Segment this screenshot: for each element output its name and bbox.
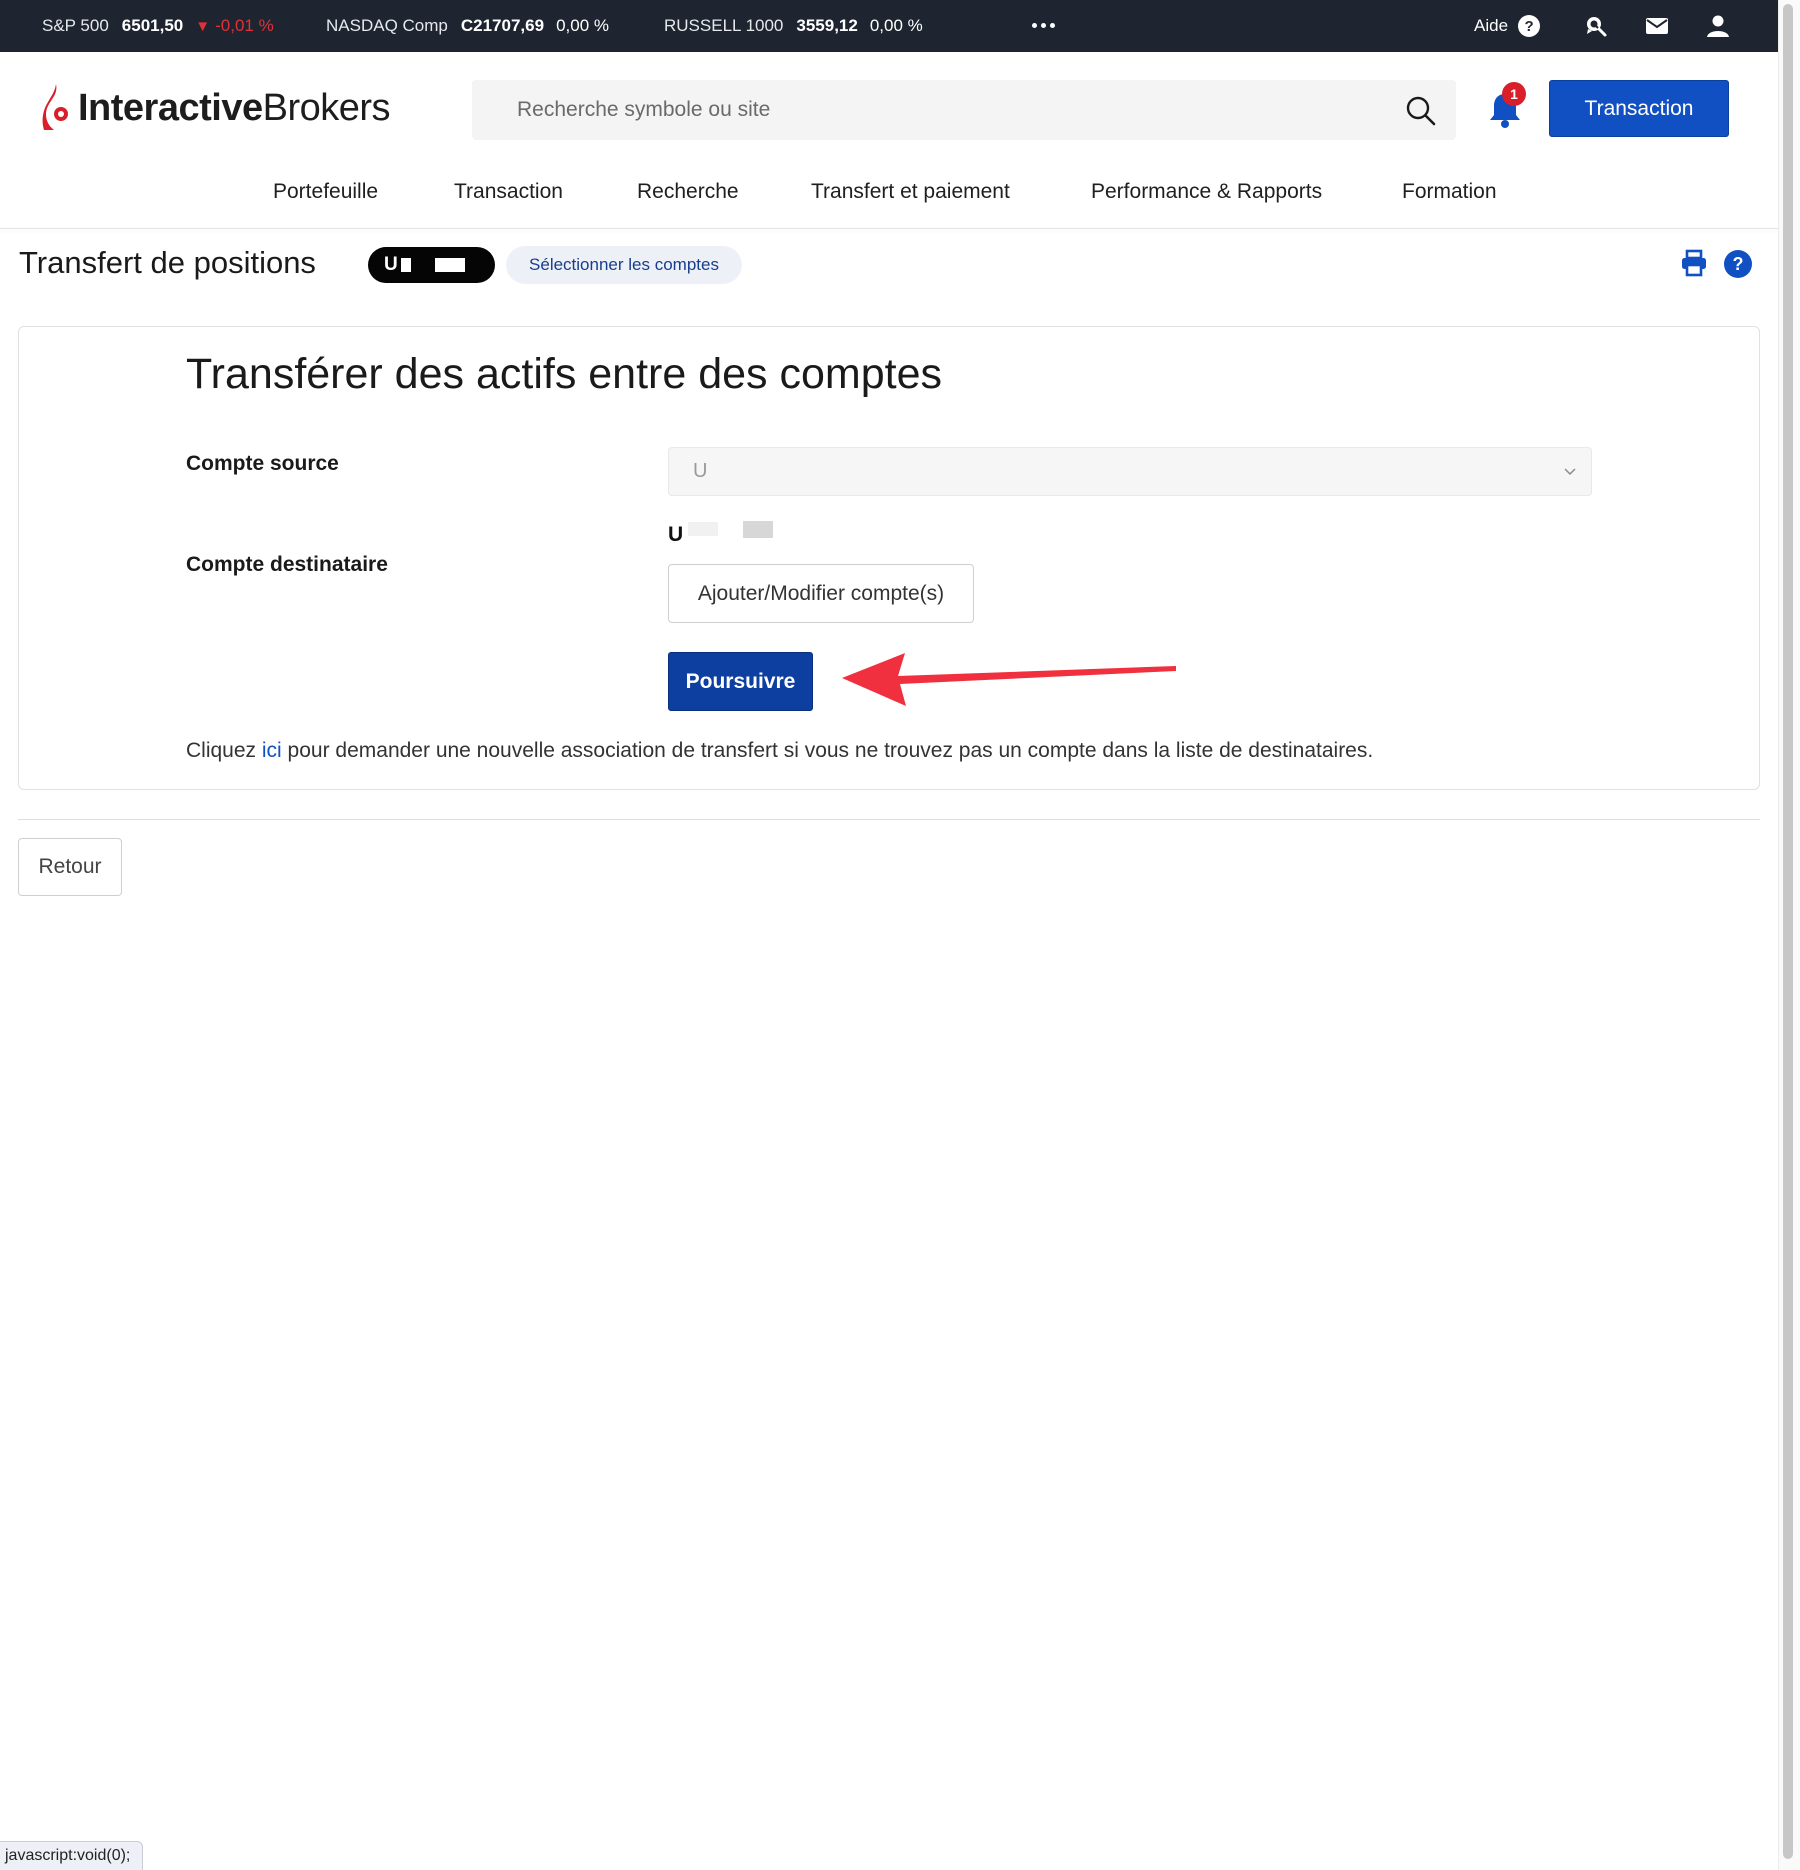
nav-item-transaction[interactable]: Transaction — [454, 180, 563, 212]
ticker-change: 0,00 % — [556, 16, 609, 35]
help-link[interactable]: Aide ? — [1474, 0, 1541, 52]
back-button[interactable]: Retour — [18, 838, 122, 896]
nav-item-performance-rapports[interactable]: Performance & Rapports — [1091, 180, 1322, 212]
nav-item-recherche[interactable]: Recherche — [637, 180, 739, 212]
destination-account-label: Compte destinataire — [186, 553, 388, 576]
transfer-request-note: Cliquez ici pour demander une nouvelle a… — [186, 739, 1374, 762]
mail-icon[interactable] — [1642, 11, 1672, 41]
form-heading: Transférer des actifs entre des comptes — [186, 350, 943, 398]
market-ticker-bar: S&P 500 6501,50 ▼ -0,01 % NASDAQ Comp C2… — [0, 0, 1778, 52]
scrollbar-thumb[interactable] — [1783, 4, 1793, 1859]
ticker-sp500[interactable]: S&P 500 6501,50 ▼ -0,01 % — [42, 0, 274, 52]
continue-button[interactable]: Poursuivre — [668, 652, 813, 711]
trade-button[interactable]: Transaction — [1549, 80, 1729, 137]
logo-wordmark: InteractiveBrokers — [78, 86, 391, 129]
redacted-account-id — [435, 258, 465, 272]
account-id-prefix: U — [384, 254, 398, 275]
ticker-change: 0,00 % — [869, 16, 923, 35]
help-icon[interactable]: ? — [1724, 250, 1752, 278]
help-circle-icon: ? — [1518, 15, 1541, 37]
ticker-price: 6501,50 — [121, 16, 184, 35]
ticker-name: RUSSELL 1000 — [664, 16, 784, 35]
print-icon[interactable] — [1679, 248, 1709, 278]
chevron-down-icon — [1564, 468, 1576, 476]
search-input[interactable] — [472, 80, 1372, 140]
search-icon[interactable] — [1404, 94, 1438, 128]
chat-search-icon[interactable] — [1581, 11, 1611, 41]
source-account-label: Compte source — [186, 452, 339, 475]
user-icon[interactable] — [1703, 11, 1733, 41]
select-accounts-button[interactable]: Sélectionner les comptes — [506, 246, 742, 284]
ticker-nasdaq[interactable]: NASDAQ Comp C21707,69 0,00 % — [326, 0, 609, 52]
interactive-brokers-logo[interactable]: InteractiveBrokers — [42, 78, 391, 138]
nav-item-transfert-paiement[interactable]: Transfert et paiement — [811, 180, 1010, 212]
request-new-transfer-link[interactable]: ici — [262, 739, 282, 762]
help-label: Aide — [1474, 16, 1509, 35]
nav-divider — [0, 228, 1778, 229]
ticker-name: S&P 500 — [42, 16, 109, 35]
ticker-change: -0,01 % — [215, 16, 274, 35]
nav-item-formation[interactable]: Formation — [1402, 180, 1497, 212]
search-bar — [472, 80, 1456, 140]
redacted-account-id — [401, 258, 411, 272]
account-selector-pill[interactable]: U — [368, 247, 495, 283]
ticker-russell[interactable]: RUSSELL 1000 3559,12 0,00 % — [664, 0, 923, 52]
ticker-price: C21707,69 — [460, 16, 545, 35]
destination-account-id: U — [668, 523, 684, 546]
ib-flame-icon — [42, 84, 68, 130]
source-account-select[interactable]: U — [668, 447, 1592, 496]
browser-status-url: javascript:void(0); — [0, 1841, 144, 1870]
page-title: Transfert de positions — [19, 245, 316, 280]
annotation-arrow-icon — [842, 653, 1176, 706]
source-account-value: U — [693, 460, 708, 482]
ticker-price: 3559,12 — [796, 16, 858, 35]
add-modify-accounts-button[interactable]: Ajouter/Modifier compte(s) — [668, 564, 974, 623]
redacted-account-id — [688, 522, 718, 536]
nav-item-portefeuille[interactable]: Portefeuille — [273, 180, 378, 212]
ellipsis-icon[interactable] — [1028, 12, 1058, 38]
section-divider — [18, 819, 1760, 820]
ticker-name: NASDAQ Comp — [326, 16, 448, 35]
redacted-account-id — [743, 521, 773, 538]
down-triangle-icon: ▼ — [195, 17, 211, 35]
notification-count-badge: 1 — [1502, 82, 1526, 106]
